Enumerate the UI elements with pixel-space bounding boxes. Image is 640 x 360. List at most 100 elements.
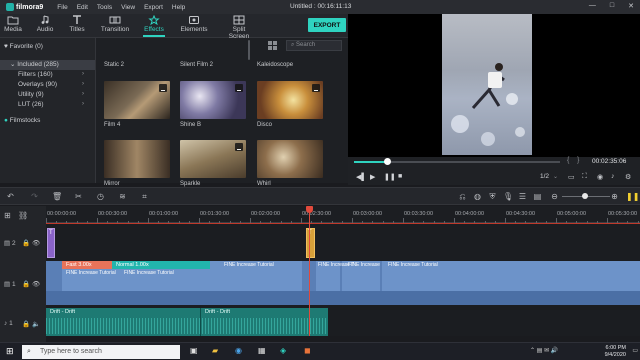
effect-label: Static 2 [104, 62, 125, 68]
playback-progress-knob[interactable] [383, 158, 391, 165]
title-clip[interactable]: T [47, 228, 55, 258]
timeline-ruler[interactable]: 00:00:00:00 00:00:30:00 00:01:00:00 00:01:3… [46, 206, 640, 223]
maximize-button[interactable]: □ [610, 2, 614, 10]
notifications-icon[interactable]: ▭ [632, 347, 638, 354]
effect-label: Film 4 [104, 122, 121, 128]
export-button[interactable]: EXPORT [308, 18, 346, 32]
sidebar-item-filters[interactable]: Filters (160) [18, 71, 53, 78]
delete-icon[interactable]: 🗑 [52, 192, 62, 201]
system-tray-icons[interactable]: ⌃ ▤ ✉ 🔊 [530, 347, 558, 354]
microphone-icon[interactable]: 🎙 [503, 192, 513, 201]
eye-icon[interactable]: 👁 [32, 280, 40, 288]
zoom-ratio-select[interactable]: 1/2 [540, 173, 549, 180]
tab-media[interactable]: Media [4, 15, 22, 33]
sidebar-overlays-label: Overlays (90) [18, 81, 58, 88]
audio-clip-divider [200, 308, 201, 336]
menu-export[interactable]: Export [144, 4, 163, 11]
recorder-taskbar-icon[interactable]: ◼ [304, 346, 311, 355]
task-view-icon[interactable]: ▣ [190, 346, 198, 355]
tab-transition[interactable]: Transition [100, 15, 130, 33]
sidebar-item-favorite[interactable]: ♥ Favorite (0) [4, 43, 43, 50]
windows-start-icon[interactable]: ⊞ [6, 346, 14, 357]
mark-out-icon[interactable]: } [577, 157, 579, 164]
chrome-icon[interactable]: ◉ [235, 346, 242, 355]
tab-elements[interactable]: Elements [180, 15, 208, 33]
speaker-icon[interactable]: 🔈 [32, 320, 40, 328]
download-icon[interactable] [312, 84, 320, 92]
playhead-handle[interactable] [306, 206, 313, 213]
cut-icon[interactable]: ✂ [74, 192, 83, 201]
sidebar-item-filmstocks[interactable]: ● Filmstocks [4, 117, 40, 124]
menu-view[interactable]: View [121, 4, 135, 11]
eye-icon[interactable]: 👁 [32, 239, 40, 247]
effect-thumbnail-film-4[interactable] [104, 81, 170, 119]
download-icon[interactable] [235, 84, 243, 92]
effect-thumbnail-disco[interactable] [257, 81, 323, 119]
chevron-right-icon: › [82, 81, 84, 87]
audio-mixer-icon[interactable]: ☰ [518, 192, 527, 201]
download-icon[interactable] [159, 84, 167, 92]
link-icon[interactable]: ⛓ [18, 211, 28, 220]
layers-icon[interactable]: ▤ [533, 192, 542, 201]
lock-icon[interactable]: 🔒 [22, 280, 30, 288]
volume-icon[interactable]: ♪ [611, 173, 615, 180]
tab-audio[interactable]: Audio [36, 15, 54, 33]
render-icon[interactable]: ⎌ [458, 192, 467, 201]
title-clip-selected[interactable]: T [306, 228, 315, 258]
tab-titles[interactable]: Titles [68, 15, 86, 33]
adjust-icon[interactable]: ≋ [118, 192, 127, 201]
menu-tools[interactable]: Tools [97, 4, 112, 11]
effect-thumbnail-shine-b[interactable] [180, 81, 246, 119]
chevron-down-icon[interactable]: ⌄ [553, 173, 558, 180]
play-icon[interactable]: ▶ [370, 173, 375, 181]
crop-icon[interactable]: ⌗ [140, 192, 149, 201]
sidebar-filters-label: Filters (160) [18, 71, 53, 78]
settings-icon[interactable]: ⚙ [625, 173, 631, 181]
effects-search-input[interactable]: ⌕ Search [286, 40, 342, 51]
lock-icon[interactable]: 🔒 [22, 239, 30, 247]
menu-file[interactable]: File [57, 4, 67, 11]
effects-scrollbar[interactable] [248, 40, 250, 60]
lock-icon[interactable]: 🔒 [22, 320, 30, 328]
monitor-icon[interactable]: ▭ [568, 173, 575, 181]
grid-view-icon[interactable] [268, 41, 277, 50]
zoom-out-icon[interactable]: ⊖ [550, 192, 559, 201]
add-track-icon[interactable]: ⊞ [4, 211, 11, 220]
minimize-button[interactable]: — [589, 2, 596, 10]
title-bar: filmora9 File Edit Tools View Export Hel… [0, 0, 640, 14]
close-button[interactable]: ✕ [628, 2, 634, 10]
menu-edit[interactable]: Edit [77, 4, 88, 11]
app-icon[interactable]: ▦ [258, 346, 266, 355]
filmora-taskbar-icon[interactable]: ◈ [280, 346, 286, 355]
zoom-in-icon[interactable]: ⊕ [610, 192, 619, 201]
sidebar-item-lut[interactable]: LUT (26) [18, 101, 44, 108]
snapshot-icon[interactable]: ◉ [597, 173, 603, 181]
tab-split-screen[interactable]: Split Screen [222, 15, 256, 40]
tab-effects[interactable]: Effects [143, 15, 165, 37]
undo-icon[interactable]: ↶ [6, 192, 15, 201]
sidebar-item-included[interactable]: ⌄ Included (285) [0, 60, 95, 70]
zoom-slider-knob[interactable] [582, 193, 588, 199]
effect-thumbnail-whirl[interactable] [257, 140, 323, 178]
clock-icon[interactable]: ◷ [96, 192, 105, 201]
redo-icon[interactable]: ↷ [30, 192, 39, 201]
effect-thumbnail-sparkle[interactable] [180, 140, 246, 178]
marker-icon[interactable]: ◍ [473, 192, 482, 201]
stop-icon[interactable]: ■ [398, 173, 402, 180]
playhead[interactable] [309, 206, 310, 336]
pause-render-icon[interactable]: ❚❚ [626, 192, 639, 201]
previous-frame-icon[interactable]: ◀▌ [356, 173, 366, 181]
mark-in-icon[interactable]: { [567, 157, 569, 164]
download-icon[interactable] [235, 143, 243, 151]
main-toolbar: Media Audio Titles Transition Effects El… [0, 14, 348, 40]
fullscreen-icon[interactable]: ⛶ [582, 173, 587, 181]
shield-icon[interactable]: ⛨ [488, 192, 497, 201]
effect-thumbnail-mirror[interactable] [104, 140, 170, 178]
taskbar-clock[interactable]: 6:00 PM 9/4/2020 [605, 345, 626, 359]
file-explorer-icon[interactable]: ▰ [212, 346, 218, 355]
taskbar-search-input[interactable]: ⌕ Type here to search [22, 345, 180, 359]
menu-help[interactable]: Help [172, 4, 185, 11]
sidebar-item-overlays[interactable]: Overlays (90) [18, 81, 57, 88]
pause-icon[interactable]: ❚❚ [384, 173, 396, 181]
sidebar-item-utility[interactable]: Utility (9) [18, 91, 44, 98]
